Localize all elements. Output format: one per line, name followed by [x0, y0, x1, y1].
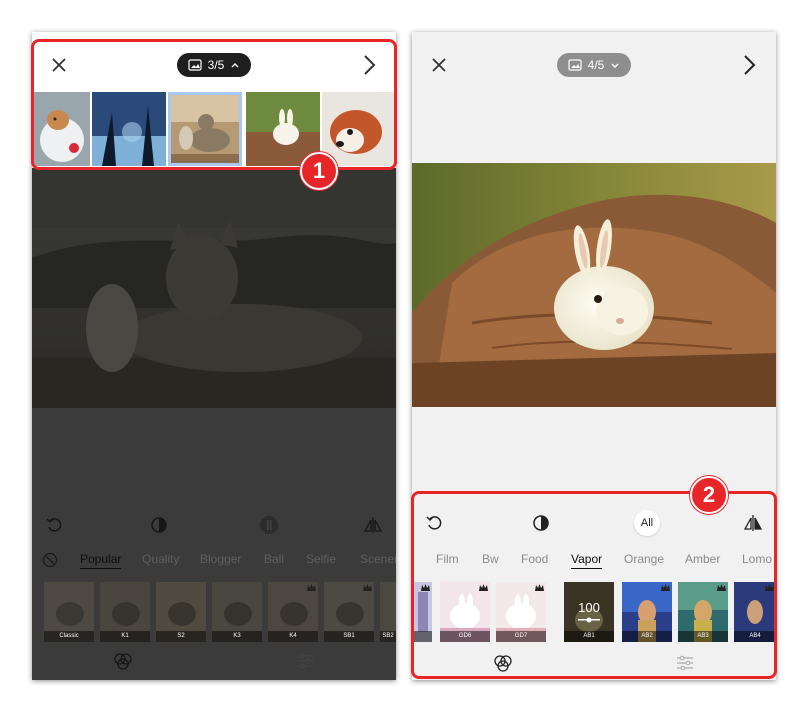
next-arrow-icon[interactable]: [736, 52, 762, 78]
close-icon[interactable]: [426, 52, 452, 78]
crown-icon: [307, 584, 316, 591]
chevron-down-icon: [611, 63, 619, 68]
filter-label: K3: [212, 631, 262, 642]
filter-label: Classic: [44, 631, 94, 642]
cats-large-photo: [32, 168, 396, 408]
photo-counter-pill[interactable]: 4/5: [557, 53, 631, 77]
tab-scenery[interactable]: Scenery: [360, 552, 396, 566]
adjust-icon[interactable]: [294, 650, 316, 672]
filter-label: SB2: [380, 631, 396, 642]
filter-thumbnail[interactable]: Classic: [44, 582, 94, 642]
no-filter-icon[interactable]: [42, 552, 58, 568]
contrast-icon[interactable]: [148, 514, 170, 536]
left-filter-thumbnails: Classic K1 S2 K3 K4 SB1 SB2: [32, 582, 396, 644]
rabbit-large-photo: [412, 163, 776, 407]
step-badge-2: 2: [690, 476, 728, 514]
undo-icon[interactable]: [44, 514, 66, 536]
gallery-icon: [568, 59, 582, 71]
tab-blogger[interactable]: Blogger: [200, 552, 241, 566]
photo-counter: 4/5: [587, 58, 605, 72]
left-main-photo: [32, 168, 396, 408]
left-bottom-bar: [32, 642, 396, 680]
right-main-photo: [412, 163, 776, 407]
step-badge-1: 1: [300, 152, 338, 190]
highlight-frame-filters: [411, 491, 777, 679]
filter-thumbnail[interactable]: K3: [212, 582, 262, 642]
filter-label: SB1: [324, 631, 374, 642]
tab-selfie[interactable]: Selfie: [306, 552, 336, 566]
filter-thumbnail[interactable]: S2: [156, 582, 206, 642]
filter-thumbnail[interactable]: SB1: [324, 582, 374, 642]
filter-thumbnail[interactable]: K4: [268, 582, 318, 642]
filter-label: K1: [100, 631, 150, 642]
filters-icon[interactable]: [112, 650, 134, 672]
left-empty-area: [32, 408, 396, 498]
tab-ball[interactable]: Ball: [264, 552, 284, 566]
tab-popular[interactable]: Popular: [80, 552, 122, 569]
right-top-bar: 4/5: [412, 32, 776, 96]
filter-label: K4: [268, 631, 318, 642]
left-tool-row: [32, 510, 396, 540]
left-category-tabs: Popular Quality Blogger Ball Selfie Scen…: [32, 548, 396, 572]
filter-thumbnail[interactable]: K1: [100, 582, 150, 642]
tab-quality[interactable]: Quality: [142, 552, 179, 566]
crown-icon: [363, 584, 372, 591]
flip-icon[interactable]: [362, 514, 384, 536]
filter-label: S2: [156, 631, 206, 642]
highlight-frame-thumbnails: [31, 39, 397, 170]
compare-icon[interactable]: [258, 514, 280, 536]
filter-thumbnail[interactable]: SB2: [380, 582, 396, 642]
tutorial-composite: 3/5 Popular Quality Blogger Ball Selfie …: [0, 0, 808, 710]
